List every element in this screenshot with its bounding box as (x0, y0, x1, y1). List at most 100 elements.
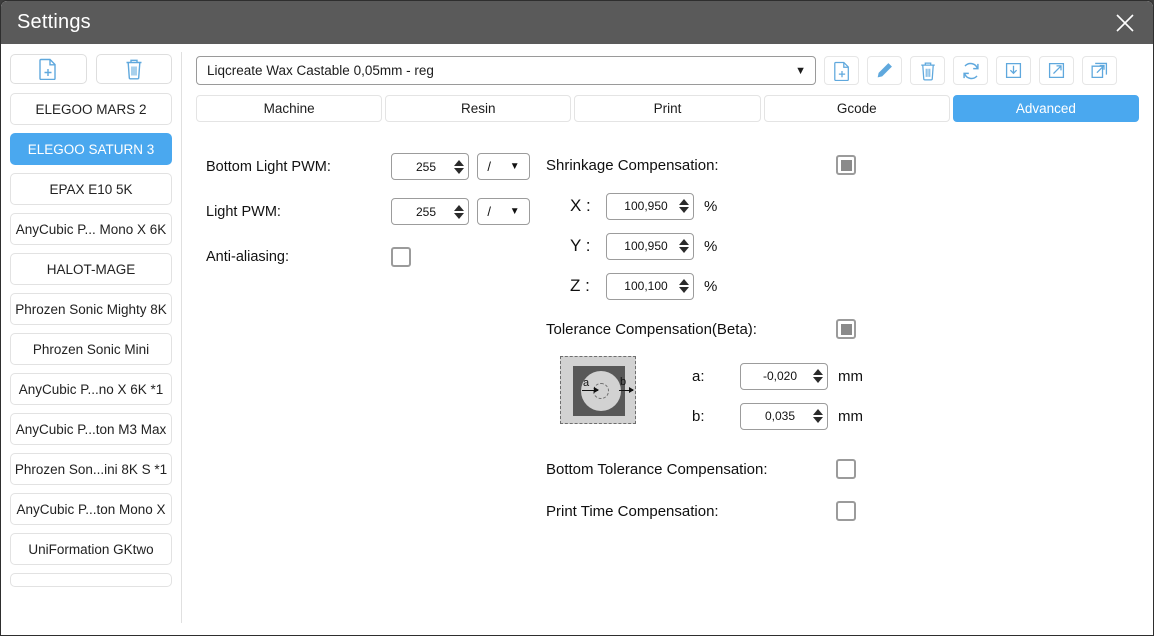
spinner-up-icon[interactable] (454, 205, 464, 211)
light-pwm-input[interactable]: 255 (391, 198, 469, 225)
tolerance-diagram-icon: a b (560, 356, 636, 424)
bottom-light-pwm-input[interactable]: 255 (391, 153, 469, 180)
shrinkage-x-input[interactable]: 100,950 (606, 193, 694, 220)
spinner-arrows[interactable] (813, 369, 823, 383)
bottom-tolerance-row: Bottom Tolerance Compensation: (546, 448, 1139, 490)
printer-item-10[interactable]: AnyCubic P...ton Mono X (10, 493, 172, 525)
printer-item-label: Phrozen Sonic Mini (33, 342, 149, 357)
shrinkage-x-unit: % (704, 198, 717, 215)
spinner-down-icon[interactable] (679, 207, 689, 213)
chevron-down-icon: ▼ (510, 161, 520, 172)
spinner-up-icon[interactable] (679, 239, 689, 245)
spinner-up-icon[interactable] (679, 279, 689, 285)
shrinkage-checkbox[interactable] (836, 155, 856, 175)
tab-label: Machine (264, 101, 315, 116)
printer-item-label: AnyCubic P...ton M3 Max (16, 422, 167, 437)
printer-item-2[interactable]: EPAX E10 5K (10, 173, 172, 205)
print-time-label: Print Time Compensation: (546, 503, 836, 520)
tolerance-b-input[interactable]: 0,035 (740, 403, 828, 430)
spinner-arrows[interactable] (454, 160, 464, 174)
shrinkage-y-input[interactable]: 100,950 (606, 233, 694, 260)
spinner-up-icon[interactable] (813, 369, 823, 375)
printer-item-0[interactable]: ELEGOO MARS 2 (10, 93, 172, 125)
bottom-light-pwm-mode-select[interactable]: / ▼ (477, 153, 530, 180)
bottom-tolerance-checkbox[interactable] (836, 459, 856, 479)
printer-item-6[interactable]: Phrozen Sonic Mini (10, 333, 172, 365)
printer-item-label: EPAX E10 5K (49, 182, 132, 197)
tolerance-label: Tolerance Compensation(Beta): (546, 321, 836, 338)
light-pwm-mode-select[interactable]: / ▼ (477, 198, 530, 225)
tolerance-arrow-b-icon (619, 390, 633, 391)
tolerance-fields: a: -0,020 mm (692, 356, 863, 436)
file-plus-icon (38, 58, 58, 80)
add-profile-button[interactable] (10, 54, 87, 84)
page-title: Settings (17, 11, 91, 34)
printer-item-3[interactable]: AnyCubic P... Mono X 6K (10, 213, 172, 245)
settings-tabs: Machine Resin Print Gcode Advanced (196, 95, 1139, 122)
tab-print[interactable]: Print (574, 95, 760, 122)
printer-item-label: AnyCubic P...no X 6K *1 (19, 382, 164, 397)
printer-item-partial[interactable] (10, 573, 172, 587)
printer-item-5[interactable]: Phrozen Sonic Mighty 8K (10, 293, 172, 325)
delete-profile-button[interactable] (96, 54, 173, 84)
tab-gcode[interactable]: Gcode (764, 95, 950, 122)
tab-advanced[interactable]: Advanced (953, 95, 1139, 122)
printer-item-label: ELEGOO MARS 2 (35, 102, 146, 117)
profile-select-value: Liqcreate Wax Castable 0,05mm - reg (207, 63, 434, 78)
edit-profile-button[interactable] (867, 56, 902, 85)
tolerance-b-row: b: 0,035 mm (692, 396, 863, 436)
spinner-up-icon[interactable] (454, 160, 464, 166)
printer-list: ELEGOO MARS 2 ELEGOO SATURN 3 EPAX E10 5… (10, 93, 172, 587)
tolerance-b-value: 0,035 (747, 409, 813, 423)
tab-label: Print (654, 101, 682, 116)
printer-item-9[interactable]: Phrozen Son...ini 8K S *1 (10, 453, 172, 485)
spinner-down-icon[interactable] (454, 168, 464, 174)
spinner-arrows[interactable] (679, 199, 689, 213)
reset-profile-button[interactable] (953, 56, 988, 85)
printer-item-4[interactable]: HALOT-MAGE (10, 253, 172, 285)
light-pwm-row: Light PWM: 255 / ▼ (206, 189, 546, 234)
tolerance-block: a b a: -0,020 (546, 356, 1139, 436)
close-icon (1112, 10, 1138, 36)
spinner-arrows[interactable] (454, 205, 464, 219)
profile-select[interactable]: Liqcreate Wax Castable 0,05mm - reg ▼ (196, 56, 816, 85)
shrinkage-z-unit: % (704, 278, 717, 295)
spinner-arrows[interactable] (813, 409, 823, 423)
tolerance-row: Tolerance Compensation(Beta): (546, 306, 1139, 352)
shrinkage-y-unit: % (704, 238, 717, 255)
import-profile-button[interactable] (996, 56, 1031, 85)
shrinkage-z-input[interactable]: 100,100 (606, 273, 694, 300)
printer-item-7[interactable]: AnyCubic P...no X 6K *1 (10, 373, 172, 405)
export-profile-button[interactable] (1039, 56, 1074, 85)
spinner-arrows[interactable] (679, 279, 689, 293)
bottom-light-pwm-label: Bottom Light PWM: (206, 159, 391, 175)
spinner-down-icon[interactable] (454, 213, 464, 219)
spinner-down-icon[interactable] (813, 377, 823, 383)
spinner-arrows[interactable] (679, 239, 689, 253)
printer-item-label: AnyCubic P...ton Mono X (16, 502, 165, 517)
tab-resin[interactable]: Resin (385, 95, 571, 122)
spinner-up-icon[interactable] (813, 409, 823, 415)
light-pwm-mode-value: / (487, 204, 491, 219)
printer-item-8[interactable]: AnyCubic P...ton M3 Max (10, 413, 172, 445)
printer-sidebar: ELEGOO MARS 2 ELEGOO SATURN 3 EPAX E10 5… (1, 44, 181, 636)
tab-machine[interactable]: Machine (196, 95, 382, 122)
tolerance-checkbox[interactable] (836, 319, 856, 339)
delete-profile-button[interactable] (910, 56, 945, 85)
spinner-down-icon[interactable] (679, 247, 689, 253)
light-pwm-value: 255 (398, 205, 454, 219)
spinner-down-icon[interactable] (813, 417, 823, 423)
spinner-down-icon[interactable] (679, 287, 689, 293)
anti-aliasing-checkbox[interactable] (391, 247, 411, 267)
close-button[interactable] (1097, 1, 1153, 44)
printer-item-11[interactable]: UniFormation GKtwo (10, 533, 172, 565)
export-all-profiles-button[interactable] (1082, 56, 1117, 85)
printer-item-1[interactable]: ELEGOO SATURN 3 (10, 133, 172, 165)
advanced-bottom-rows: Bottom Tolerance Compensation: Print Tim… (546, 436, 1139, 532)
tolerance-a-input[interactable]: -0,020 (740, 363, 828, 390)
tolerance-a-unit: mm (838, 368, 863, 385)
spinner-up-icon[interactable] (679, 199, 689, 205)
tab-label: Resin (461, 101, 496, 116)
print-time-checkbox[interactable] (836, 501, 856, 521)
new-profile-button[interactable] (824, 56, 859, 85)
